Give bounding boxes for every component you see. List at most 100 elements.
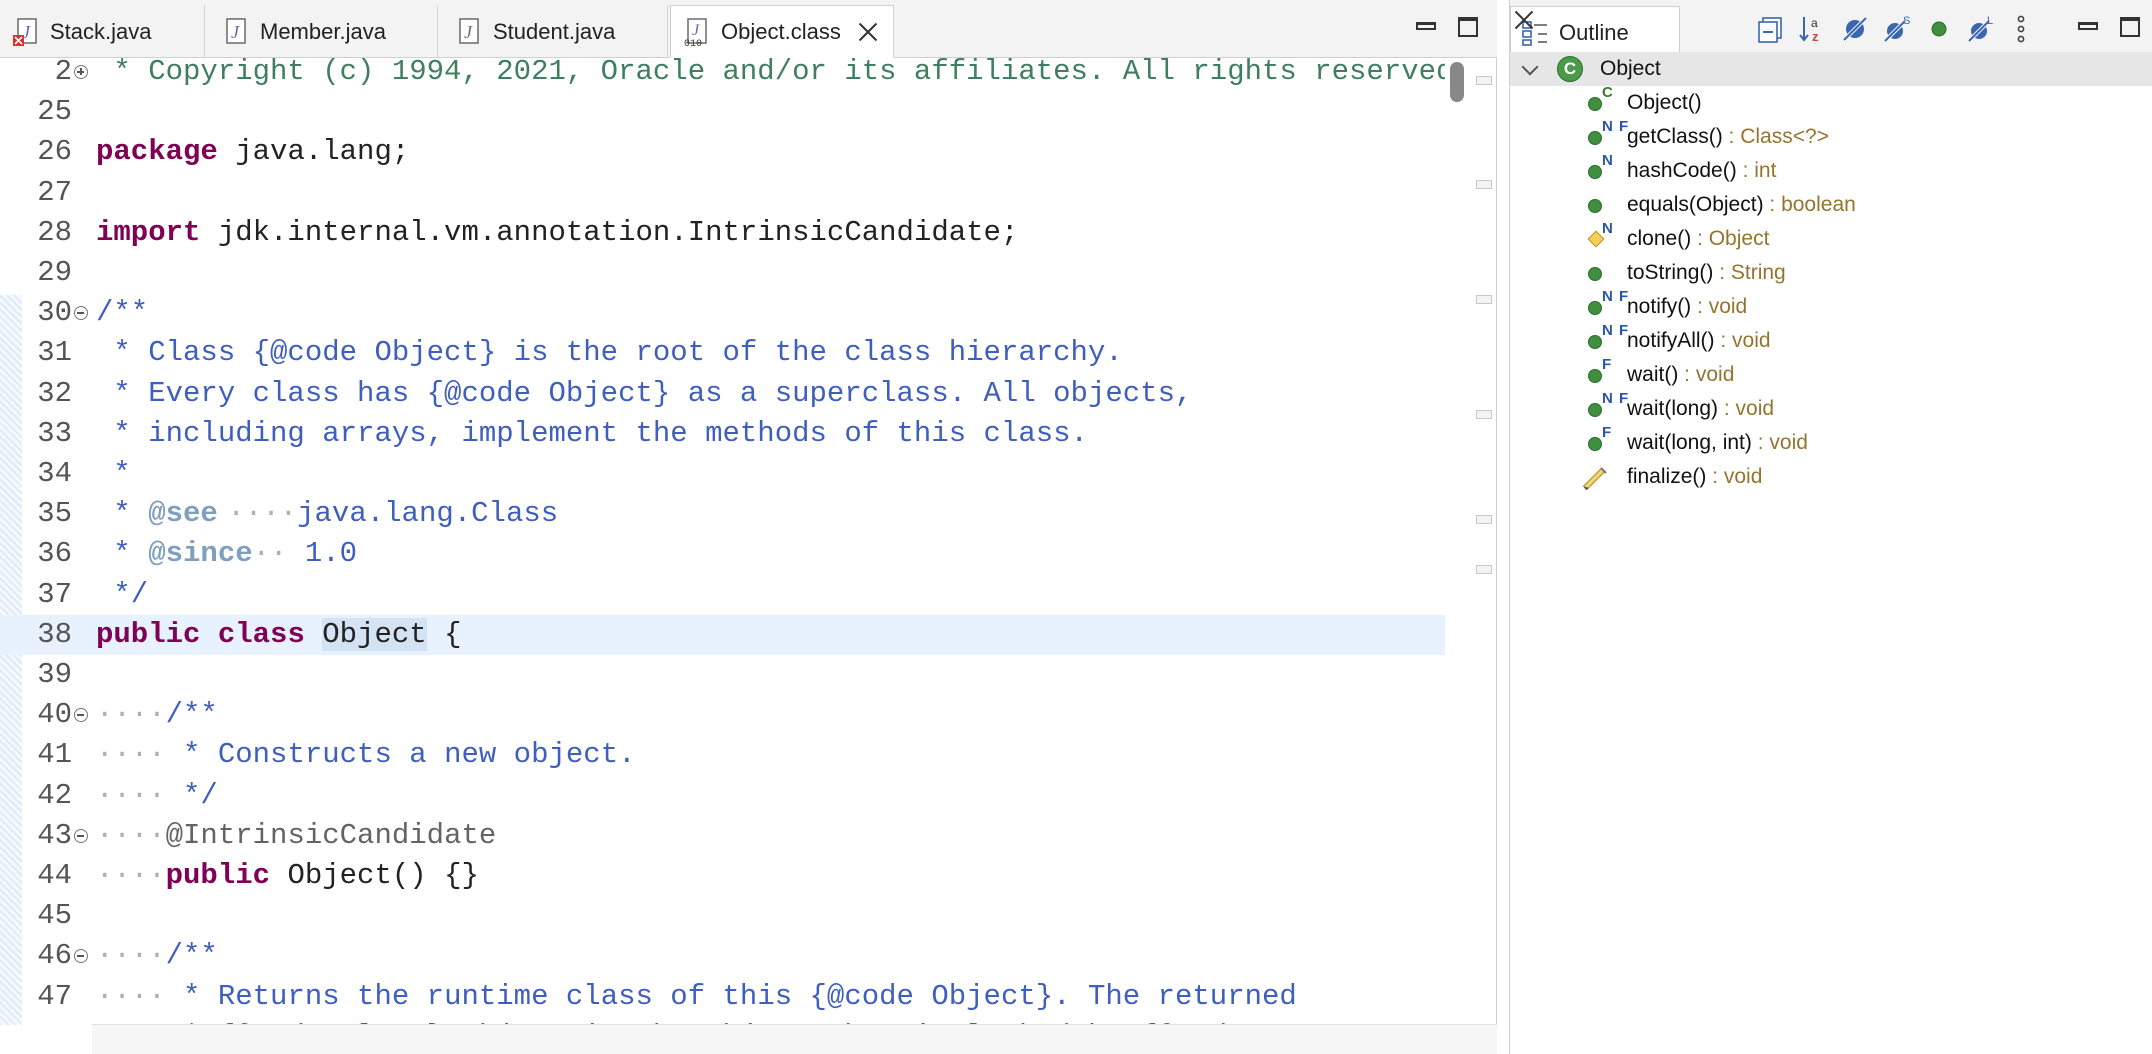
member-name: wait(long, int) bbox=[1627, 431, 1752, 454]
maximize-editor-button[interactable] bbox=[1456, 16, 1480, 40]
collapse-all-icon[interactable] bbox=[1756, 14, 1786, 44]
outline-member[interactable]: Nclone() : Object bbox=[1510, 220, 2152, 256]
tab-stack-java[interactable]: J Stack.java bbox=[0, 5, 205, 58]
outline-member[interactable]: finalize() : void bbox=[1510, 460, 2152, 494]
ruler-mark[interactable] bbox=[1476, 410, 1492, 419]
code-line[interactable]: 38 public class Object { bbox=[0, 615, 1445, 655]
member-name: getClass() bbox=[1627, 125, 1723, 148]
fold-collapse-icon[interactable] bbox=[74, 708, 88, 722]
sort-alphabetically-icon[interactable]: a z bbox=[1798, 14, 1828, 44]
code-text: * Every class has {@code Object} as a su… bbox=[96, 377, 1193, 410]
minimize-editor-button[interactable] bbox=[1414, 16, 1438, 40]
outline-member[interactable]: NhashCode() : int bbox=[1510, 152, 2152, 188]
member-type: : void bbox=[1706, 465, 1763, 488]
view-menu-icon[interactable] bbox=[2006, 14, 2036, 44]
fold-expand-icon[interactable] bbox=[74, 65, 88, 79]
tab-object-class[interactable]: J 010 Object.class bbox=[670, 5, 894, 58]
svg-text:S: S bbox=[1903, 15, 1910, 27]
code-line[interactable]: 41 ···· * Constructs a new object. bbox=[0, 735, 1445, 775]
code-line[interactable]: 28 import jdk.internal.vm.annotation.Intr… bbox=[0, 213, 1445, 253]
hide-fields-icon[interactable] bbox=[1840, 14, 1870, 44]
code-line[interactable]: 47 ···· * Returns the runtime class of th… bbox=[0, 977, 1445, 1017]
ruler-mark[interactable] bbox=[1476, 565, 1492, 574]
java-file-error-icon: J bbox=[12, 17, 40, 47]
ruler-mark[interactable] bbox=[1476, 515, 1492, 524]
code-text: * @see ····java.lang.Class bbox=[96, 497, 559, 530]
member-label: wait(long, int) : void bbox=[1627, 426, 1808, 460]
member-label: wait(long) : void bbox=[1627, 392, 1774, 426]
maximize-outline-button[interactable] bbox=[2118, 16, 2142, 40]
modifier-badge: F bbox=[1602, 424, 1613, 441]
vertical-scrollbar-thumb[interactable] bbox=[1450, 62, 1464, 102]
tab-student-java[interactable]: J Student.java bbox=[443, 5, 668, 58]
code-line[interactable]: 30 /** bbox=[0, 293, 1445, 333]
member-type: : Class<?> bbox=[1722, 125, 1829, 148]
line-number: 33 bbox=[37, 417, 72, 450]
code-line[interactable]: 48 ···· * {@code Class} object is the obj… bbox=[0, 1017, 1445, 1024]
fold-collapse-icon[interactable] bbox=[74, 829, 88, 843]
code-line[interactable]: 39 bbox=[0, 655, 1445, 695]
tab-member-java[interactable]: J Member.java bbox=[210, 5, 438, 58]
ruler-mark[interactable] bbox=[1476, 295, 1492, 304]
modifier-badge: N bbox=[1602, 220, 1614, 237]
public-method-icon bbox=[1588, 131, 1602, 145]
code-line[interactable]: 42 ···· */ bbox=[0, 776, 1445, 816]
ruler-mark[interactable] bbox=[1476, 76, 1492, 85]
code-line[interactable]: 45 bbox=[0, 896, 1445, 936]
code-line[interactable]: 29 bbox=[0, 253, 1445, 293]
svg-text:J: J bbox=[464, 22, 473, 42]
code-line[interactable]: 40 ····/** bbox=[0, 695, 1445, 735]
code-text: ····@IntrinsicCandidate bbox=[96, 819, 497, 852]
code-editor[interactable]: 2 * Copyright (c) 1994, 2021, Oracle and… bbox=[0, 52, 1445, 1024]
code-line[interactable]: 34 * bbox=[0, 454, 1445, 494]
code-text: ···· * Returns the runtime class of this… bbox=[96, 980, 1297, 1013]
outline-header: Outline a z S L bbox=[1510, 0, 2152, 58]
code-line[interactable]: 27 bbox=[0, 173, 1445, 213]
code-text: * Copyright (c) 1994, 2021, Oracle and/o… bbox=[96, 52, 1445, 92]
hide-local-types-icon[interactable]: L bbox=[1966, 14, 1996, 44]
outline-view: Outline a z S L C Object C Object() N F … bbox=[1509, 0, 2152, 1054]
hide-static-icon[interactable]: S bbox=[1882, 14, 1912, 44]
code-text: package java.lang; bbox=[96, 135, 410, 168]
tab-outline[interactable]: Outline bbox=[1510, 6, 1680, 58]
code-line[interactable]: 35 * @see ····java.lang.Class bbox=[0, 494, 1445, 534]
member-label: wait() : void bbox=[1627, 358, 1734, 392]
code-line[interactable]: 36 * @since·· 1.0 bbox=[0, 534, 1445, 574]
maximize-icon bbox=[1458, 17, 1478, 37]
code-line[interactable]: 32 * Every class has {@code Object} as a… bbox=[0, 374, 1445, 414]
public-method-icon bbox=[1588, 335, 1602, 349]
svg-text:z: z bbox=[1812, 29, 1819, 44]
code-line[interactable]: 2 * Copyright (c) 1994, 2021, Oracle and… bbox=[0, 52, 1445, 92]
code-line[interactable]: 37 */ bbox=[0, 575, 1445, 615]
outline-member[interactable]: Fwait(long, int) : void bbox=[1510, 424, 2152, 460]
code-line[interactable]: 43 ····@IntrinsicCandidate bbox=[0, 816, 1445, 856]
line-number: 31 bbox=[37, 336, 72, 369]
member-type: : Object bbox=[1691, 227, 1770, 250]
svg-text:010: 010 bbox=[684, 39, 702, 47]
fold-collapse-icon[interactable] bbox=[74, 949, 88, 963]
line-number: 32 bbox=[37, 377, 72, 410]
line-number: 27 bbox=[37, 176, 72, 209]
hide-non-public-icon[interactable] bbox=[1924, 14, 1954, 44]
fold-collapse-icon[interactable] bbox=[74, 306, 88, 320]
chevron-down-icon[interactable] bbox=[1521, 58, 1539, 76]
code-text: /** bbox=[96, 296, 149, 329]
code-line[interactable]: 33 * including arrays, implement the met… bbox=[0, 414, 1445, 454]
close-icon[interactable] bbox=[855, 19, 881, 45]
member-type: : void bbox=[1678, 363, 1735, 386]
code-line[interactable]: 26 package java.lang; bbox=[0, 132, 1445, 172]
minimize-outline-button[interactable] bbox=[2076, 16, 2100, 40]
overview-ruler[interactable] bbox=[1474, 60, 1494, 1030]
code-line[interactable]: 44 ····public Object() {} bbox=[0, 856, 1445, 896]
public-method-icon bbox=[1588, 301, 1602, 315]
code-line[interactable]: 46 ····/** bbox=[0, 936, 1445, 976]
code-line[interactable]: 25 bbox=[0, 92, 1445, 132]
horizontal-scrollbar[interactable] bbox=[92, 1024, 1497, 1054]
line-number: 26 bbox=[37, 135, 72, 168]
member-name: toString() bbox=[1627, 261, 1714, 284]
ruler-mark[interactable] bbox=[1476, 180, 1492, 189]
member-type: : boolean bbox=[1763, 193, 1856, 216]
code-line[interactable]: 31 * Class {@code Object} is the root of… bbox=[0, 333, 1445, 373]
tab-label: Stack.java bbox=[50, 18, 152, 44]
outline-tree[interactable]: C Object C Object() N FgetClass() : Class<… bbox=[1510, 52, 2152, 1052]
